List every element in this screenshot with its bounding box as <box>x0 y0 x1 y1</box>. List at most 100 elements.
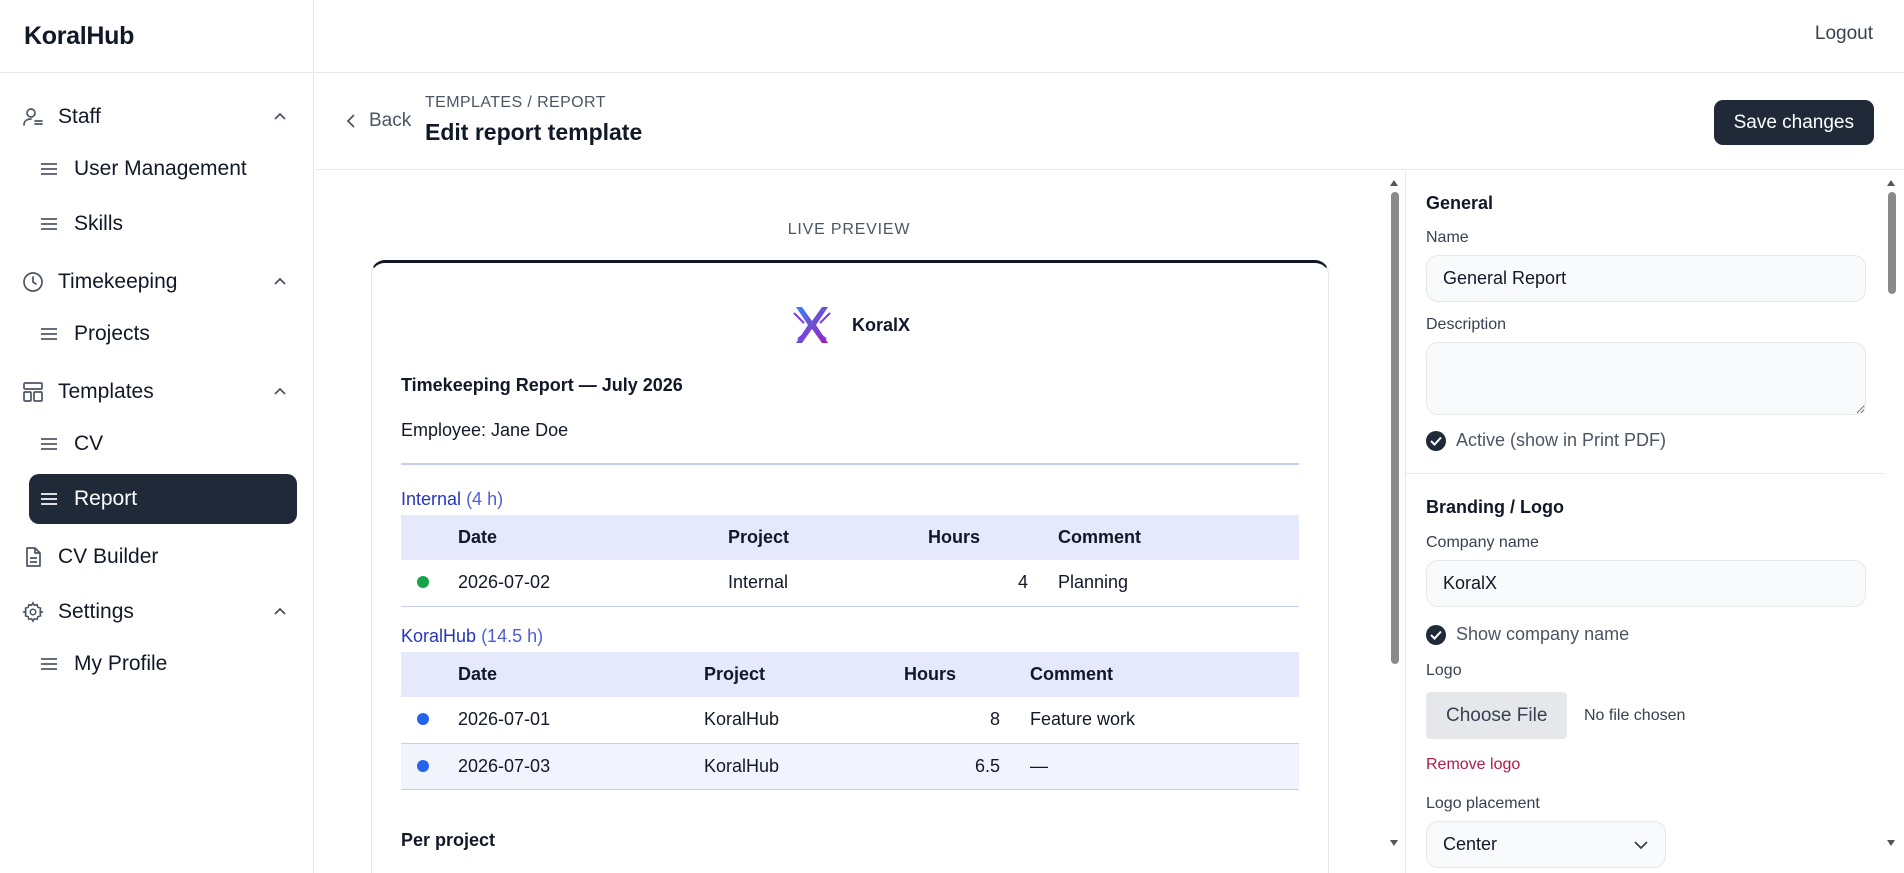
report-document: KoralX Timekeeping Report — July 2026 Em… <box>371 260 1329 873</box>
sidebar-item-label: User Management <box>74 157 247 180</box>
sidebar-group-templates[interactable]: Templates <box>0 364 313 419</box>
scroll-up-arrow-icon[interactable] <box>1389 178 1399 188</box>
sidebar-group-timekeeping[interactable]: Timekeeping <box>0 254 313 309</box>
sidebar-group-cv-builder[interactable]: CV Builder <box>0 529 313 584</box>
remove-logo-link[interactable]: Remove logo <box>1426 756 1520 774</box>
header-cell: Project <box>728 515 928 560</box>
chevron-left-icon <box>345 113 361 129</box>
name-input[interactable] <box>1426 255 1866 302</box>
company-name-input[interactable] <box>1426 560 1866 607</box>
sidebar-item-user-management[interactable]: User Management <box>29 144 297 194</box>
description-label: Description <box>1426 316 1507 333</box>
cell-project: KoralHub <box>704 697 904 744</box>
status-dot <box>417 576 429 589</box>
sidebar-item-report[interactable]: Report <box>29 474 297 524</box>
menu-icon <box>40 490 58 508</box>
row-marker <box>401 743 458 790</box>
general-section-title: General <box>1426 193 1494 213</box>
cell-date: 2026-07-03 <box>458 743 704 790</box>
show-company-name-checkbox[interactable]: Show company name <box>1426 624 1629 645</box>
section-title: Internal (4 h) <box>401 483 1299 515</box>
sidebar-item-my-profile[interactable]: My Profile <box>29 639 297 689</box>
chevron-up-icon <box>271 603 289 621</box>
divider <box>401 463 1299 465</box>
sidebar-item-skills[interactable]: Skills <box>29 199 297 249</box>
layout-icon <box>22 381 44 403</box>
cell-comment: — <box>1000 743 1299 790</box>
header-cell: Hours <box>904 652 1000 697</box>
logo-placement-select[interactable]: Center <box>1426 821 1666 868</box>
cell-hours: 6.5 <box>904 743 1000 790</box>
app-brand: KoralHub <box>0 0 313 73</box>
document-icon <box>22 546 44 568</box>
cell-date: 2026-07-01 <box>458 697 704 744</box>
header-cell-marker <box>401 515 458 560</box>
cell-date: 2026-07-02 <box>458 560 728 607</box>
breadcrumb: TEMPLATES / REPORT <box>425 94 606 111</box>
sidebar-item-label: Projects <box>74 322 150 345</box>
logo-placement-label: Logo placement <box>1426 795 1540 812</box>
sidebar-item-cv[interactable]: CV <box>29 419 297 469</box>
settings-pane: General Name Description Active (show in… <box>1405 171 1885 873</box>
sidebar-item-label: Skills <box>74 212 124 235</box>
doc-branding: KoralX <box>372 303 1328 347</box>
logo-placement-value: Center <box>1443 834 1498 854</box>
section-hours: (14.5 h) <box>481 626 544 646</box>
active-checkbox[interactable]: Active (show in Print PDF) <box>1426 430 1666 451</box>
check-icon <box>1426 624 1446 645</box>
sidebar-item-projects[interactable]: Projects <box>29 309 297 359</box>
sidebar-group-settings[interactable]: Settings <box>0 584 313 639</box>
save-changes-button[interactable]: Save changes <box>1713 100 1874 145</box>
cell-comment: Planning <box>1028 560 1299 607</box>
header-cell: Project <box>704 652 904 697</box>
menu-icon <box>40 435 58 453</box>
header-cell: Comment <box>1028 515 1299 560</box>
report-title: Timekeeping Report — July 2026 <box>401 375 683 395</box>
section-title: KoralHub (14.5 h) <box>401 620 1299 652</box>
scrollbar-thumb[interactable] <box>1888 192 1896 294</box>
header-cell-marker <box>401 652 458 697</box>
company-name: KoralX <box>851 314 911 335</box>
cell-hours: 4 <box>928 560 1028 607</box>
live-preview-pane: LIVE PREVIEW KoralX Timekeeping Report —… <box>315 171 1405 873</box>
choose-file-button[interactable]: Choose File <box>1426 692 1568 739</box>
gear-icon <box>22 600 44 623</box>
back-button[interactable]: Back <box>345 110 411 132</box>
preview-scrollbar[interactable] <box>1387 178 1401 858</box>
row-marker <box>401 697 458 744</box>
table-row: 2026-07-02 Internal 4 Planning <box>401 560 1299 607</box>
settings-scrollbar[interactable] <box>1884 178 1898 858</box>
no-file-label: No file chosen <box>1584 707 1686 724</box>
cell-project: Internal <box>728 560 928 607</box>
header-cell: Comment <box>1000 652 1299 697</box>
description-textarea[interactable] <box>1426 342 1866 415</box>
show-company-name-label: Show company name <box>1456 624 1630 644</box>
sidebar-item-label: CV <box>74 432 104 455</box>
cell-project: KoralHub <box>704 743 904 790</box>
top-bar: Logout <box>315 0 1904 73</box>
cell-comment: Feature work <box>1000 697 1299 744</box>
chevron-down-icon <box>1633 834 1649 855</box>
menu-icon <box>40 325 58 343</box>
sidebar-group-label: Timekeeping <box>58 269 178 293</box>
menu-icon <box>40 655 58 673</box>
section-name: KoralHub <box>401 626 477 646</box>
clock-icon <box>22 271 44 293</box>
scrollbar-thumb[interactable] <box>1391 192 1399 664</box>
scroll-down-arrow-icon[interactable] <box>1389 838 1399 848</box>
page-header: Back TEMPLATES / REPORT Edit report temp… <box>315 74 1904 170</box>
sidebar: KoralHub Staff User Management Skills Ti… <box>0 0 314 873</box>
logout-link[interactable]: Logout <box>1815 23 1873 45</box>
logo-label: Logo <box>1426 662 1462 679</box>
scroll-down-arrow-icon[interactable] <box>1886 838 1896 848</box>
table-row: 2026-07-03 KoralHub 6.5 — <box>401 743 1299 790</box>
status-dot <box>417 713 429 726</box>
sidebar-item-label: My Profile <box>74 652 168 675</box>
status-dot <box>417 759 429 772</box>
table-row: 2026-07-01 KoralHub 8 Feature work <box>401 697 1299 744</box>
scroll-up-arrow-icon[interactable] <box>1886 178 1896 188</box>
sidebar-group-staff[interactable]: Staff <box>0 89 313 144</box>
branding-section-title: Branding / Logo <box>1426 497 1564 517</box>
header-cell: Date <box>458 652 704 697</box>
per-project-heading: Per project <box>401 830 496 850</box>
